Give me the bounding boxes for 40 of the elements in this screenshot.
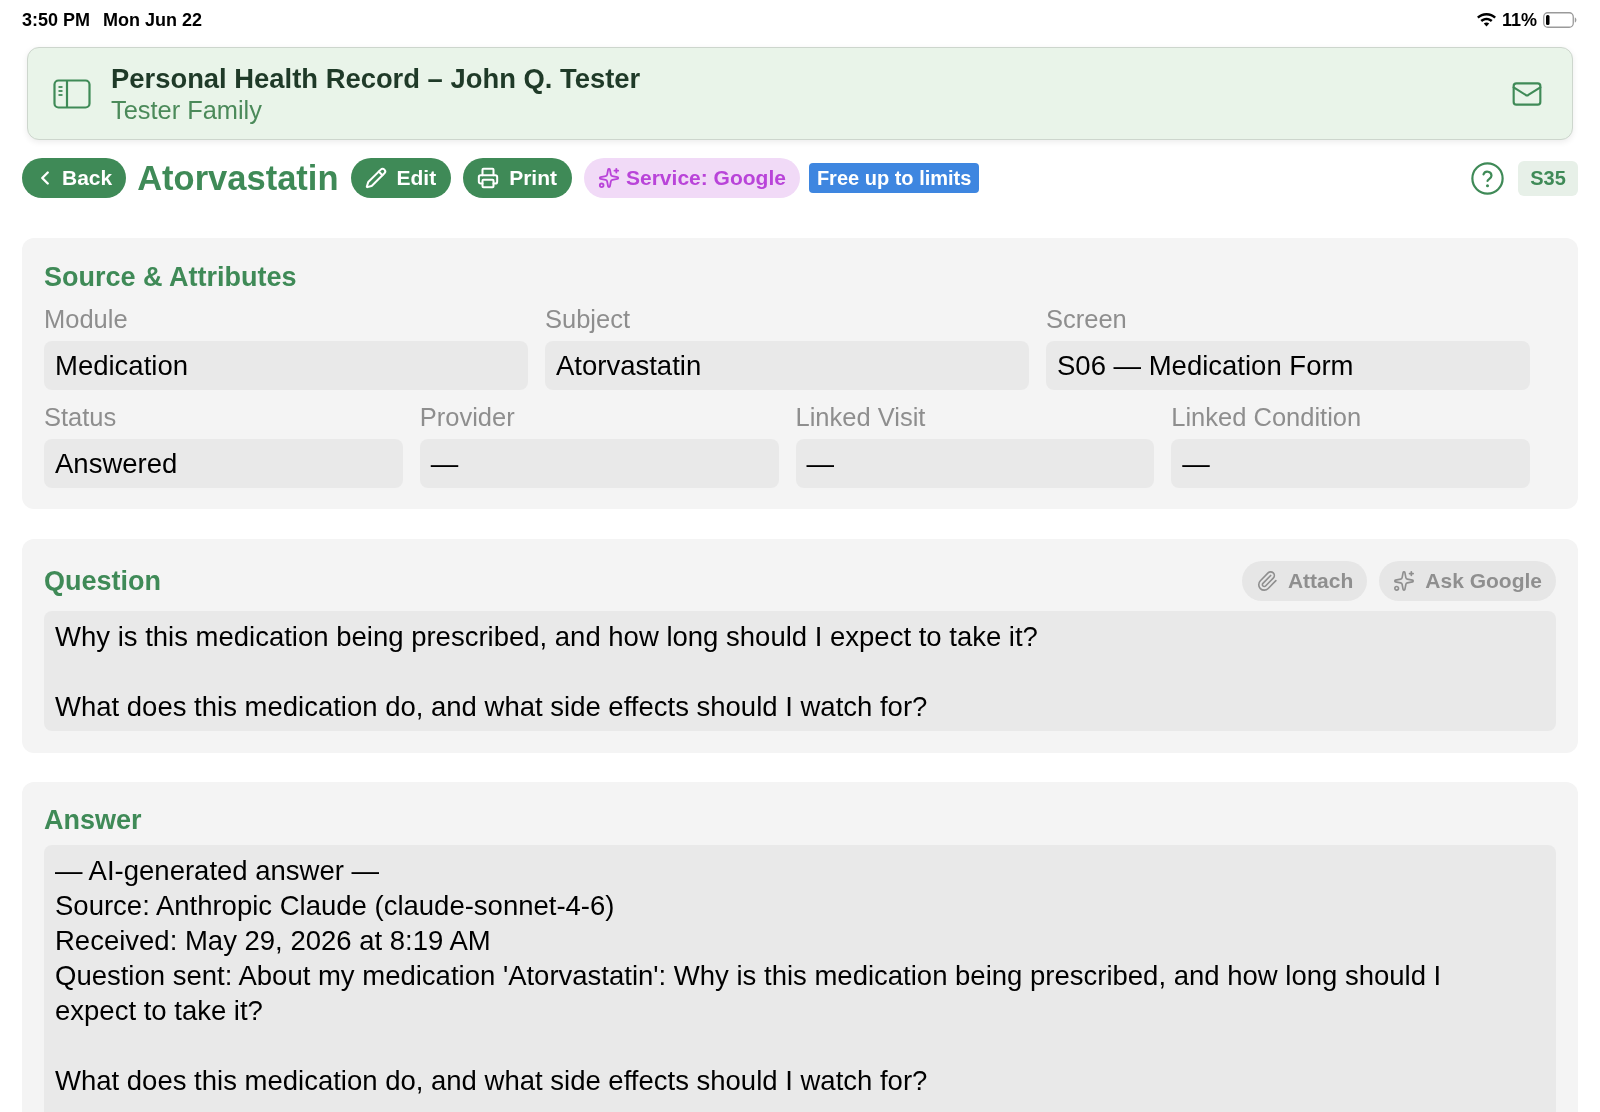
edit-button[interactable]: Edit (350, 158, 452, 198)
field-label: Provider (419, 402, 516, 432)
sparkle-icon (1393, 570, 1416, 592)
value-field: — (1171, 439, 1530, 488)
sparkle-icon (598, 167, 620, 189)
record-subtitle: Tester Family (111, 94, 263, 125)
paperclip-icon (1255, 570, 1278, 592)
sidebar-icon[interactable] (53, 78, 91, 109)
value-field: S06 — Medication Form (1046, 341, 1530, 390)
back-button[interactable]: Back (22, 158, 127, 198)
field-label: Screen (1046, 304, 1128, 334)
battery-percent: 11% (1501, 8, 1537, 32)
value-field: — (795, 439, 1155, 488)
status-time: 3:50 PM (22, 8, 91, 32)
print-button[interactable]: Print (463, 158, 572, 198)
section-title: Answer (44, 804, 143, 836)
pricing-badge: Free up to limits (808, 163, 980, 193)
question-text-area[interactable]: Why is this medication being prescribed, and how long should I expect to take it? What does this medication do, and what side effects should I watch for? (44, 611, 1556, 731)
section-title: Question (44, 566, 161, 596)
answer-text-area[interactable]: — AI-generated answer — Source: Anthropic Claude (claude-sonnet-4-6) Received: May 29, 2026 at 8:19 AM Question sent: About my medication 'Atorvastatin': Why is this medication being prescribed, and how long should I expect to take it? What does this medication do, and what side effects should I watch for? (44, 845, 1556, 1112)
record-title: Personal Health Record – John Q. Tester (111, 62, 641, 95)
field-label: Linked Visit (795, 402, 927, 432)
help-icon[interactable] (1471, 161, 1504, 195)
value-field: — (419, 439, 779, 488)
battery-icon (1543, 12, 1577, 28)
wifi-icon (1476, 13, 1496, 27)
value-field: Answered (44, 439, 403, 488)
status-date: Mon Jun 22 (103, 8, 203, 32)
value-field: Atorvastatin (545, 341, 1029, 390)
value-field: Medication (44, 341, 528, 390)
field-label: Subject (545, 304, 632, 334)
field-label: Linked Condition (1171, 402, 1363, 432)
screen-code-badge: S35 (1518, 160, 1578, 196)
field-label: Module (44, 304, 129, 334)
field-label: Status (44, 402, 118, 432)
pencil-icon (364, 167, 387, 189)
printer-icon (477, 167, 500, 189)
section-title: Source & Attributes (44, 262, 298, 292)
service-button[interactable]: Service: Google (584, 158, 800, 198)
page-title: Atorvastatin (137, 158, 339, 198)
